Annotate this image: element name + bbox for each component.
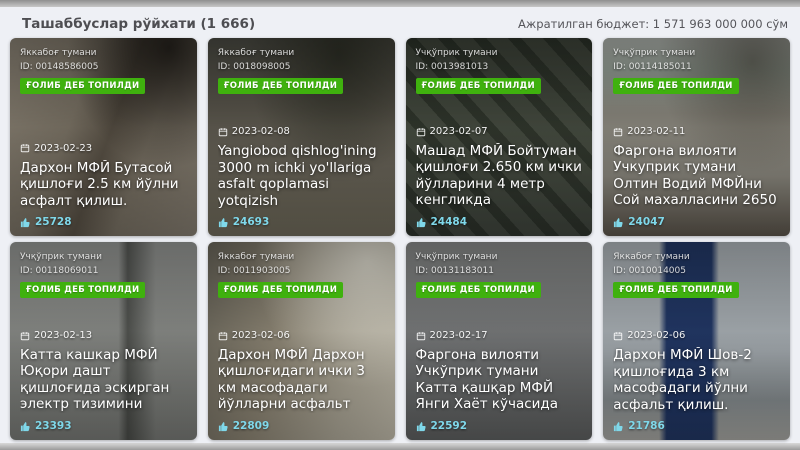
card-id: ID: 0010014005 [613,266,686,278]
card-id: ID: 0011903005 [218,266,291,278]
initiative-card[interactable]: Учқўприк тумани ID: 00118069011 ҒОЛИБ ДЕ… [10,242,197,440]
winner-status-badge: ҒОЛИБ ДЕБ ТОПИЛДИ [218,78,343,94]
card-date: 2023-02-17 [430,330,488,341]
vote-count: 24693 [233,216,270,228]
thumbs-up-icon [218,421,229,432]
vote-count: 25728 [35,216,72,228]
card-votes-row[interactable]: 25728 [20,216,72,228]
card-region: Яккабоғ тумани [218,252,294,264]
card-title: Машад МФЙ Бойтуман қишлоғи 2.650 км ички… [416,143,583,209]
calendar-icon [20,143,30,153]
vote-count: 22592 [431,420,468,432]
calendar-icon [20,331,30,341]
calendar-icon [613,331,623,341]
winner-status-badge: ҒОЛИБ ДЕБ ТОПИЛДИ [20,78,145,94]
card-votes-row[interactable]: 24484 [416,216,468,228]
card-date: 2023-02-07 [430,126,488,137]
winner-status-badge: ҒОЛИБ ДЕБ ТОПИЛДИ [613,282,738,298]
vote-count: 24047 [628,216,665,228]
card-votes-row[interactable]: 21786 [613,420,665,432]
card-title: Дархон МФЙ Шов-2 қишлоғида 3 км масофада… [613,347,780,413]
winner-status-badge: ҒОЛИБ ДЕБ ТОПИЛДИ [218,282,343,298]
initiative-card[interactable]: Яккабоғ тумани ID: 0011903005 ҒОЛИБ ДЕБ … [208,242,395,440]
card-date-row: 2023-02-17 [416,330,488,341]
card-region: Яккабоғ тумани [218,48,294,60]
card-date-row: 2023-02-11 [613,126,685,137]
window-bottom-bar [0,443,800,450]
calendar-icon [218,331,228,341]
card-votes-row[interactable]: 24693 [218,216,270,228]
winner-status-badge: ҒОЛИБ ДЕБ ТОПИЛДИ [613,78,738,94]
card-id: ID: 0018098005 [218,62,291,74]
thumbs-up-icon [613,217,624,228]
calendar-icon [613,127,623,137]
window-top-bar [0,0,800,7]
calendar-icon [416,331,426,341]
card-region: Учқўприк тумани [416,252,498,264]
thumbs-up-icon [20,421,31,432]
thumbs-up-icon [218,217,229,228]
card-date-row: 2023-02-23 [20,143,92,154]
card-id: ID: 00131183011 [416,266,494,278]
page-title: Ташаббуслар рўйхати (1 666) [22,16,255,32]
initiative-card[interactable]: Учқўприк тумани ID: 0013981013 ҒОЛИБ ДЕБ… [406,38,593,236]
card-region: Учқўприк тумани [20,252,102,264]
page-header: Ташаббуслар рўйхати (1 666) Ажратилган б… [0,7,800,38]
card-date: 2023-02-08 [232,126,290,137]
card-date: 2023-02-13 [34,330,92,341]
card-votes-row[interactable]: 22809 [218,420,270,432]
initiatives-grid: Яккабоғ тумани ID: 00148586005 ҒОЛИБ ДЕБ… [10,38,790,440]
vote-count: 21786 [628,420,665,432]
thumbs-up-icon [613,421,624,432]
card-id: ID: 00118069011 [20,266,98,278]
card-title: Дархон МФЙ Бутасой қишлоғи 2.5 км йўлни … [20,160,187,209]
card-date: 2023-02-11 [627,126,685,137]
winner-status-badge: ҒОЛИБ ДЕБ ТОПИЛДИ [416,78,541,94]
card-region: Учқўприк тумани [416,48,498,60]
card-date: 2023-02-06 [627,330,685,341]
thumbs-up-icon [416,421,427,432]
card-votes-row[interactable]: 24047 [613,216,665,228]
card-title: Фаргона вилояти Учкўприк тумани Катта қа… [416,347,583,413]
card-region: Учқўприк тумани [613,48,695,60]
card-id: ID: 0013981013 [416,62,489,74]
card-title: Фаргона вилояти Учкуприк тумани Олтин Во… [613,143,780,209]
initiative-card[interactable]: Яккабоғ тумани ID: 0010014005 ҒОЛИБ ДЕБ … [603,242,790,440]
card-votes-row[interactable]: 22592 [416,420,468,432]
card-date-row: 2023-02-07 [416,126,488,137]
vote-count: 23393 [35,420,72,432]
card-region: Яккабоғ тумани [613,252,689,264]
card-date: 2023-02-06 [232,330,290,341]
initiative-card[interactable]: Яккабоғ тумани ID: 0018098005 ҒОЛИБ ДЕБ … [208,38,395,236]
initiative-card[interactable]: Учқўприк тумани ID: 00114185011 ҒОЛИБ ДЕ… [603,38,790,236]
calendar-icon [218,127,228,137]
card-id: ID: 00148586005 [20,62,98,74]
card-region: Яккабоғ тумани [20,48,96,60]
card-date-row: 2023-02-13 [20,330,92,341]
winner-status-badge: ҒОЛИБ ДЕБ ТОПИЛДИ [20,282,145,298]
card-title: Дархон МФЙ Дархон қишлоғидаги ички 3 км … [218,347,385,413]
thumbs-up-icon [20,217,31,228]
card-date: 2023-02-23 [34,143,92,154]
card-id: ID: 00114185011 [613,62,691,74]
calendar-icon [416,127,426,137]
initiative-card[interactable]: Учқўприк тумани ID: 00131183011 ҒОЛИБ ДЕ… [406,242,593,440]
card-title: Yangiobod qishlog'ining 3000 m ichki yo'… [218,143,385,209]
card-date-row: 2023-02-08 [218,126,290,137]
initiative-card[interactable]: Яккабоғ тумани ID: 00148586005 ҒОЛИБ ДЕБ… [10,38,197,236]
vote-count: 24484 [431,216,468,228]
card-date-row: 2023-02-06 [613,330,685,341]
vote-count: 22809 [233,420,270,432]
thumbs-up-icon [416,217,427,228]
winner-status-badge: ҒОЛИБ ДЕБ ТОПИЛДИ [416,282,541,298]
card-date-row: 2023-02-06 [218,330,290,341]
card-title: Катта кашкар МФЙ Юқори дашт қишлоғида эс… [20,347,187,413]
allocated-budget-label: Ажратилган бюджет: 1 571 963 000 000 сўм [518,17,788,31]
card-votes-row[interactable]: 23393 [20,420,72,432]
